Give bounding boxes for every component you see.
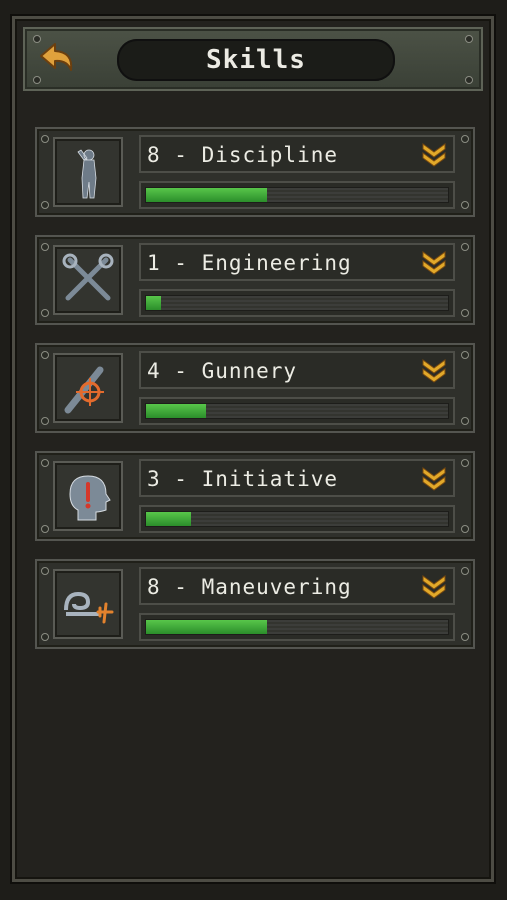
rivet [461,567,469,575]
skill-icon-box [53,245,123,315]
rivet [465,76,473,84]
rivet [41,309,49,317]
double-chevron-down-icon[interactable] [419,141,449,169]
loop-plane-icon [64,591,114,624]
double-chevron-down-icon[interactable] [419,249,449,277]
rivet [41,201,49,209]
skill-icon-box [53,569,123,639]
skill-label: 3 - Initiative [147,467,339,491]
skill-progress-bar [139,613,455,641]
rivet [461,351,469,359]
skill-progress-fill [146,512,192,526]
skill-icon-box [53,461,123,531]
skill-label: 1 - Engineering [147,251,352,275]
rivet [461,309,469,317]
skill-name-bar: 3 - Initiative [139,459,455,497]
skill-label: 8 - Discipline [147,143,339,167]
saluting-soldier-icon [77,149,97,199]
header-bar: Skills [23,27,483,91]
skill-row-discipline[interactable]: 8 - Discipline [35,127,475,217]
double-chevron-down-icon[interactable] [419,357,449,385]
skill-row-initiative[interactable]: 3 - Initiative [35,451,475,541]
double-chevron-down-icon[interactable] [419,465,449,493]
crosshair-icon [64,366,104,414]
rivet [41,351,49,359]
skill-name-bar: 4 - Gunnery [139,351,455,389]
rivet [461,417,469,425]
rivet [41,417,49,425]
rivet [461,633,469,641]
rivet [41,525,49,533]
skill-progress-bar [139,505,455,533]
skill-label: 4 - Gunnery [147,359,298,383]
rivet [41,135,49,143]
skill-label: 8 - Maneuvering [147,575,352,599]
crossed-wrenches-icon [62,253,114,301]
rivet [465,35,473,43]
rivet [41,243,49,251]
skills-panel: Skills 8 - Discipline 1 - Engineering 4 … [12,16,494,882]
skill-name-bar: 8 - Discipline [139,135,455,173]
rivet [461,135,469,143]
skill-progress-fill [146,620,267,634]
skill-progress-fill [146,296,162,310]
rivet [461,525,469,533]
skill-name-bar: 8 - Maneuvering [139,567,455,605]
back-arrow-icon [40,43,73,71]
skill-row-engineering[interactable]: 1 - Engineering [35,235,475,325]
skill-progress-bar [139,181,455,209]
double-chevron-down-icon[interactable] [419,573,449,601]
rivet [41,459,49,467]
rivet [461,459,469,467]
skill-progress-bar [139,289,455,317]
title-plate: Skills [117,39,395,81]
rivet [461,201,469,209]
skill-icon-box [53,137,123,207]
page-title: Skills [206,45,306,75]
skill-progress-fill [146,188,267,202]
skill-icon-box [53,353,123,423]
back-button[interactable] [33,36,89,82]
skill-progress-fill [146,404,207,418]
rivet [41,633,49,641]
skill-progress-bar [139,397,455,425]
rivet [41,567,49,575]
rivet [461,243,469,251]
skill-row-gunnery[interactable]: 4 - Gunnery [35,343,475,433]
skill-name-bar: 1 - Engineering [139,243,455,281]
skill-row-maneuvering[interactable]: 8 - Maneuvering [35,559,475,649]
head-exclamation-icon [69,475,111,521]
